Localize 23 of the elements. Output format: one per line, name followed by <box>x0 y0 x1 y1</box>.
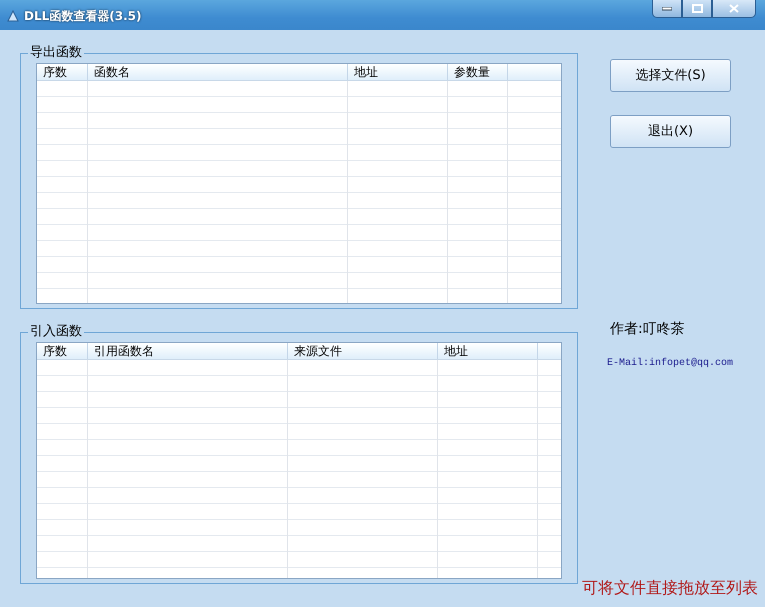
column-header[interactable]: 序数 <box>37 343 88 359</box>
minimize-button[interactable] <box>652 0 682 18</box>
column-header[interactable]: 序数 <box>37 64 88 80</box>
window-title: DLL函数查看器(3.5) <box>24 8 142 25</box>
maximize-button[interactable] <box>682 0 712 18</box>
maximize-icon <box>692 4 702 13</box>
close-button[interactable] <box>712 0 756 18</box>
hint-text: 可将文件直接拖放至列表 <box>582 578 759 598</box>
column-header[interactable]: 地址 <box>348 64 448 80</box>
column-header[interactable]: 引用函数名 <box>88 343 288 359</box>
column-header[interactable]: 来源文件 <box>288 343 438 359</box>
action-button[interactable]: 选择文件(S) <box>610 59 731 92</box>
column-header[interactable]: 地址 <box>438 343 538 359</box>
action-button[interactable]: 退出(X) <box>610 115 731 148</box>
app-icon <box>6 9 20 23</box>
minimize-icon <box>662 6 672 10</box>
column-header[interactable]: 函数名 <box>88 64 348 80</box>
author-label: 作者:叮咚茶 <box>610 320 686 339</box>
column-header[interactable]: 参数量 <box>448 64 508 80</box>
close-icon <box>729 4 739 13</box>
group-title: 导出函数 <box>29 46 83 60</box>
group-title: 引入函数 <box>29 325 83 339</box>
email-label: E-Mail:infopet@qq.com <box>607 356 734 371</box>
